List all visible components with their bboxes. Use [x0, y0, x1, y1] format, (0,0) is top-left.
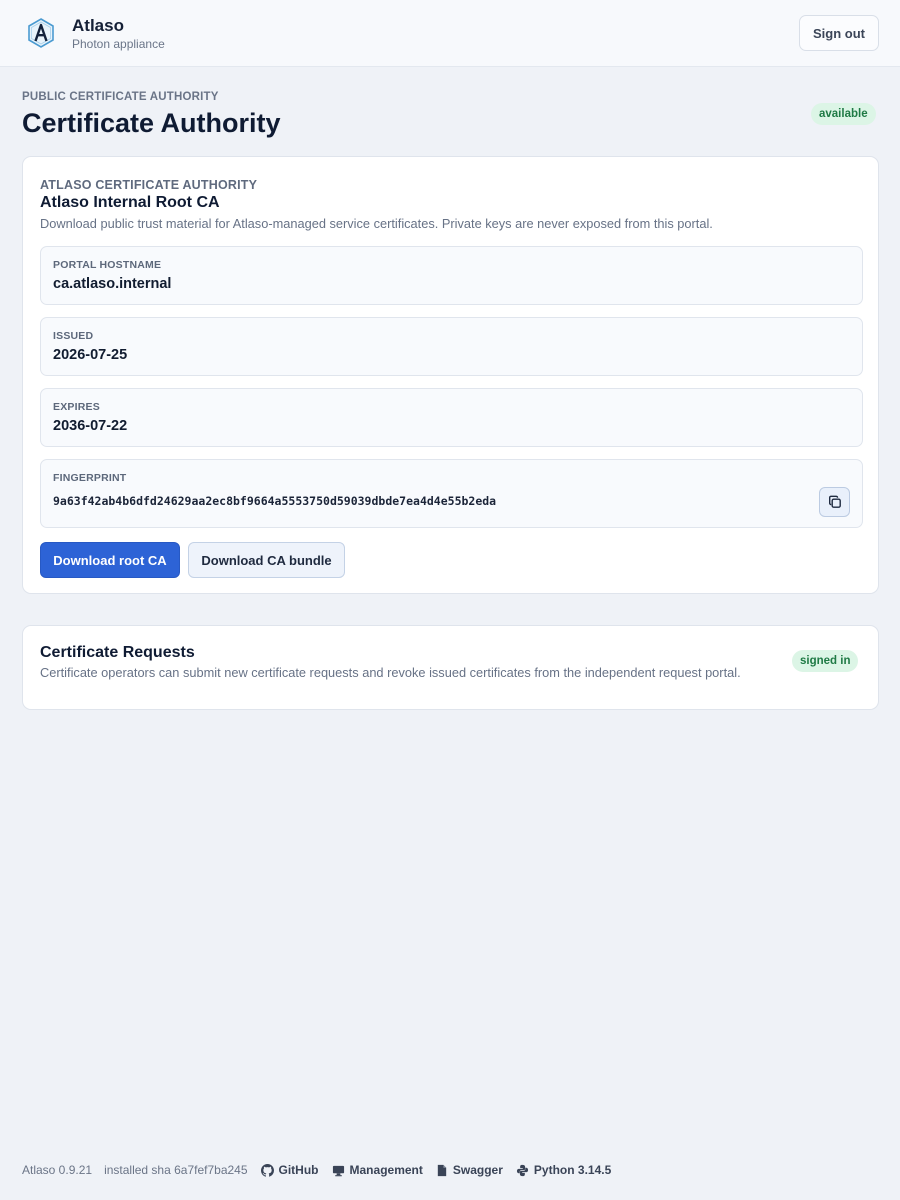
github-icon [260, 1163, 279, 1177]
management-link[interactable]: Management [332, 1163, 423, 1177]
field-value: 2036-07-22 [53, 418, 128, 434]
page-eyebrow: PUBLIC CERTIFICATE AUTHORITY [22, 91, 219, 103]
requests-card-description: Certificate operators can submit new cer… [40, 665, 741, 680]
monitor-icon [332, 1164, 350, 1177]
python-icon [516, 1164, 534, 1177]
installed-sha-label: installed sha 6a7fef7ba245 [104, 1163, 248, 1177]
atlaso-logo-icon[interactable] [27, 18, 55, 48]
github-link[interactable]: GitHub [260, 1163, 319, 1177]
fingerprint-field: FINGERPRINT 9a63f42ab4b6dfd24629aa2ec8bf… [40, 459, 863, 528]
signed-in-badge: signed in [792, 650, 859, 672]
github-link-label: GitHub [278, 1163, 319, 1177]
certificate-authority-card: ATLASO CERTIFICATE AUTHORITY Atlaso Inte… [22, 156, 879, 594]
copy-icon [828, 495, 842, 509]
page-title: Certificate Authority [22, 108, 281, 138]
top-bar: Atlaso Photon appliance Sign out [0, 0, 900, 67]
python-link[interactable]: Python 3.14.5 [516, 1163, 611, 1177]
field-label: FINGERPRINT [53, 472, 127, 484]
ca-card-eyebrow: ATLASO CERTIFICATE AUTHORITY [40, 178, 258, 192]
ca-card-title: Atlaso Internal Root CA [40, 194, 220, 211]
field-value: 2026-07-25 [53, 347, 128, 363]
copy-fingerprint-button[interactable] [819, 487, 850, 517]
portal-hostname-field: PORTAL HOSTNAME ca.atlaso.internal [40, 246, 863, 305]
issued-field: ISSUED 2026-07-25 [40, 317, 863, 376]
app-subtitle: Photon appliance [72, 37, 165, 51]
swagger-link[interactable]: Swagger [436, 1163, 503, 1177]
app-name: Atlaso [72, 16, 124, 35]
sign-out-button[interactable]: Sign out [799, 15, 879, 51]
version-label: Atlaso 0.9.21 [22, 1163, 93, 1177]
management-link-label: Management [349, 1163, 423, 1177]
python-link-label: Python 3.14.5 [533, 1163, 612, 1177]
footer: Atlaso 0.9.21 installed sha 6a7fef7ba245… [22, 1161, 624, 1179]
requests-card-title: Certificate Requests [40, 644, 195, 661]
field-label: ISSUED [53, 330, 94, 342]
fingerprint-value[interactable]: 9a63f42ab4b6dfd24629aa2ec8bf9664a5553750… [53, 494, 496, 508]
field-value: ca.atlaso.internal [53, 276, 172, 292]
download-root-ca-button[interactable]: Download root CA [40, 542, 180, 578]
ca-card-description: Download public trust material for Atlas… [40, 216, 713, 231]
field-label: EXPIRES [53, 401, 100, 413]
status-badge: available [811, 103, 876, 125]
field-label: PORTAL HOSTNAME [53, 259, 162, 271]
expires-field: EXPIRES 2036-07-22 [40, 388, 863, 447]
document-icon [436, 1164, 453, 1177]
swagger-link-label: Swagger [452, 1163, 503, 1177]
download-ca-bundle-button[interactable]: Download CA bundle [188, 542, 345, 578]
certificate-requests-card[interactable]: Certificate Requests Certificate operato… [22, 625, 879, 710]
